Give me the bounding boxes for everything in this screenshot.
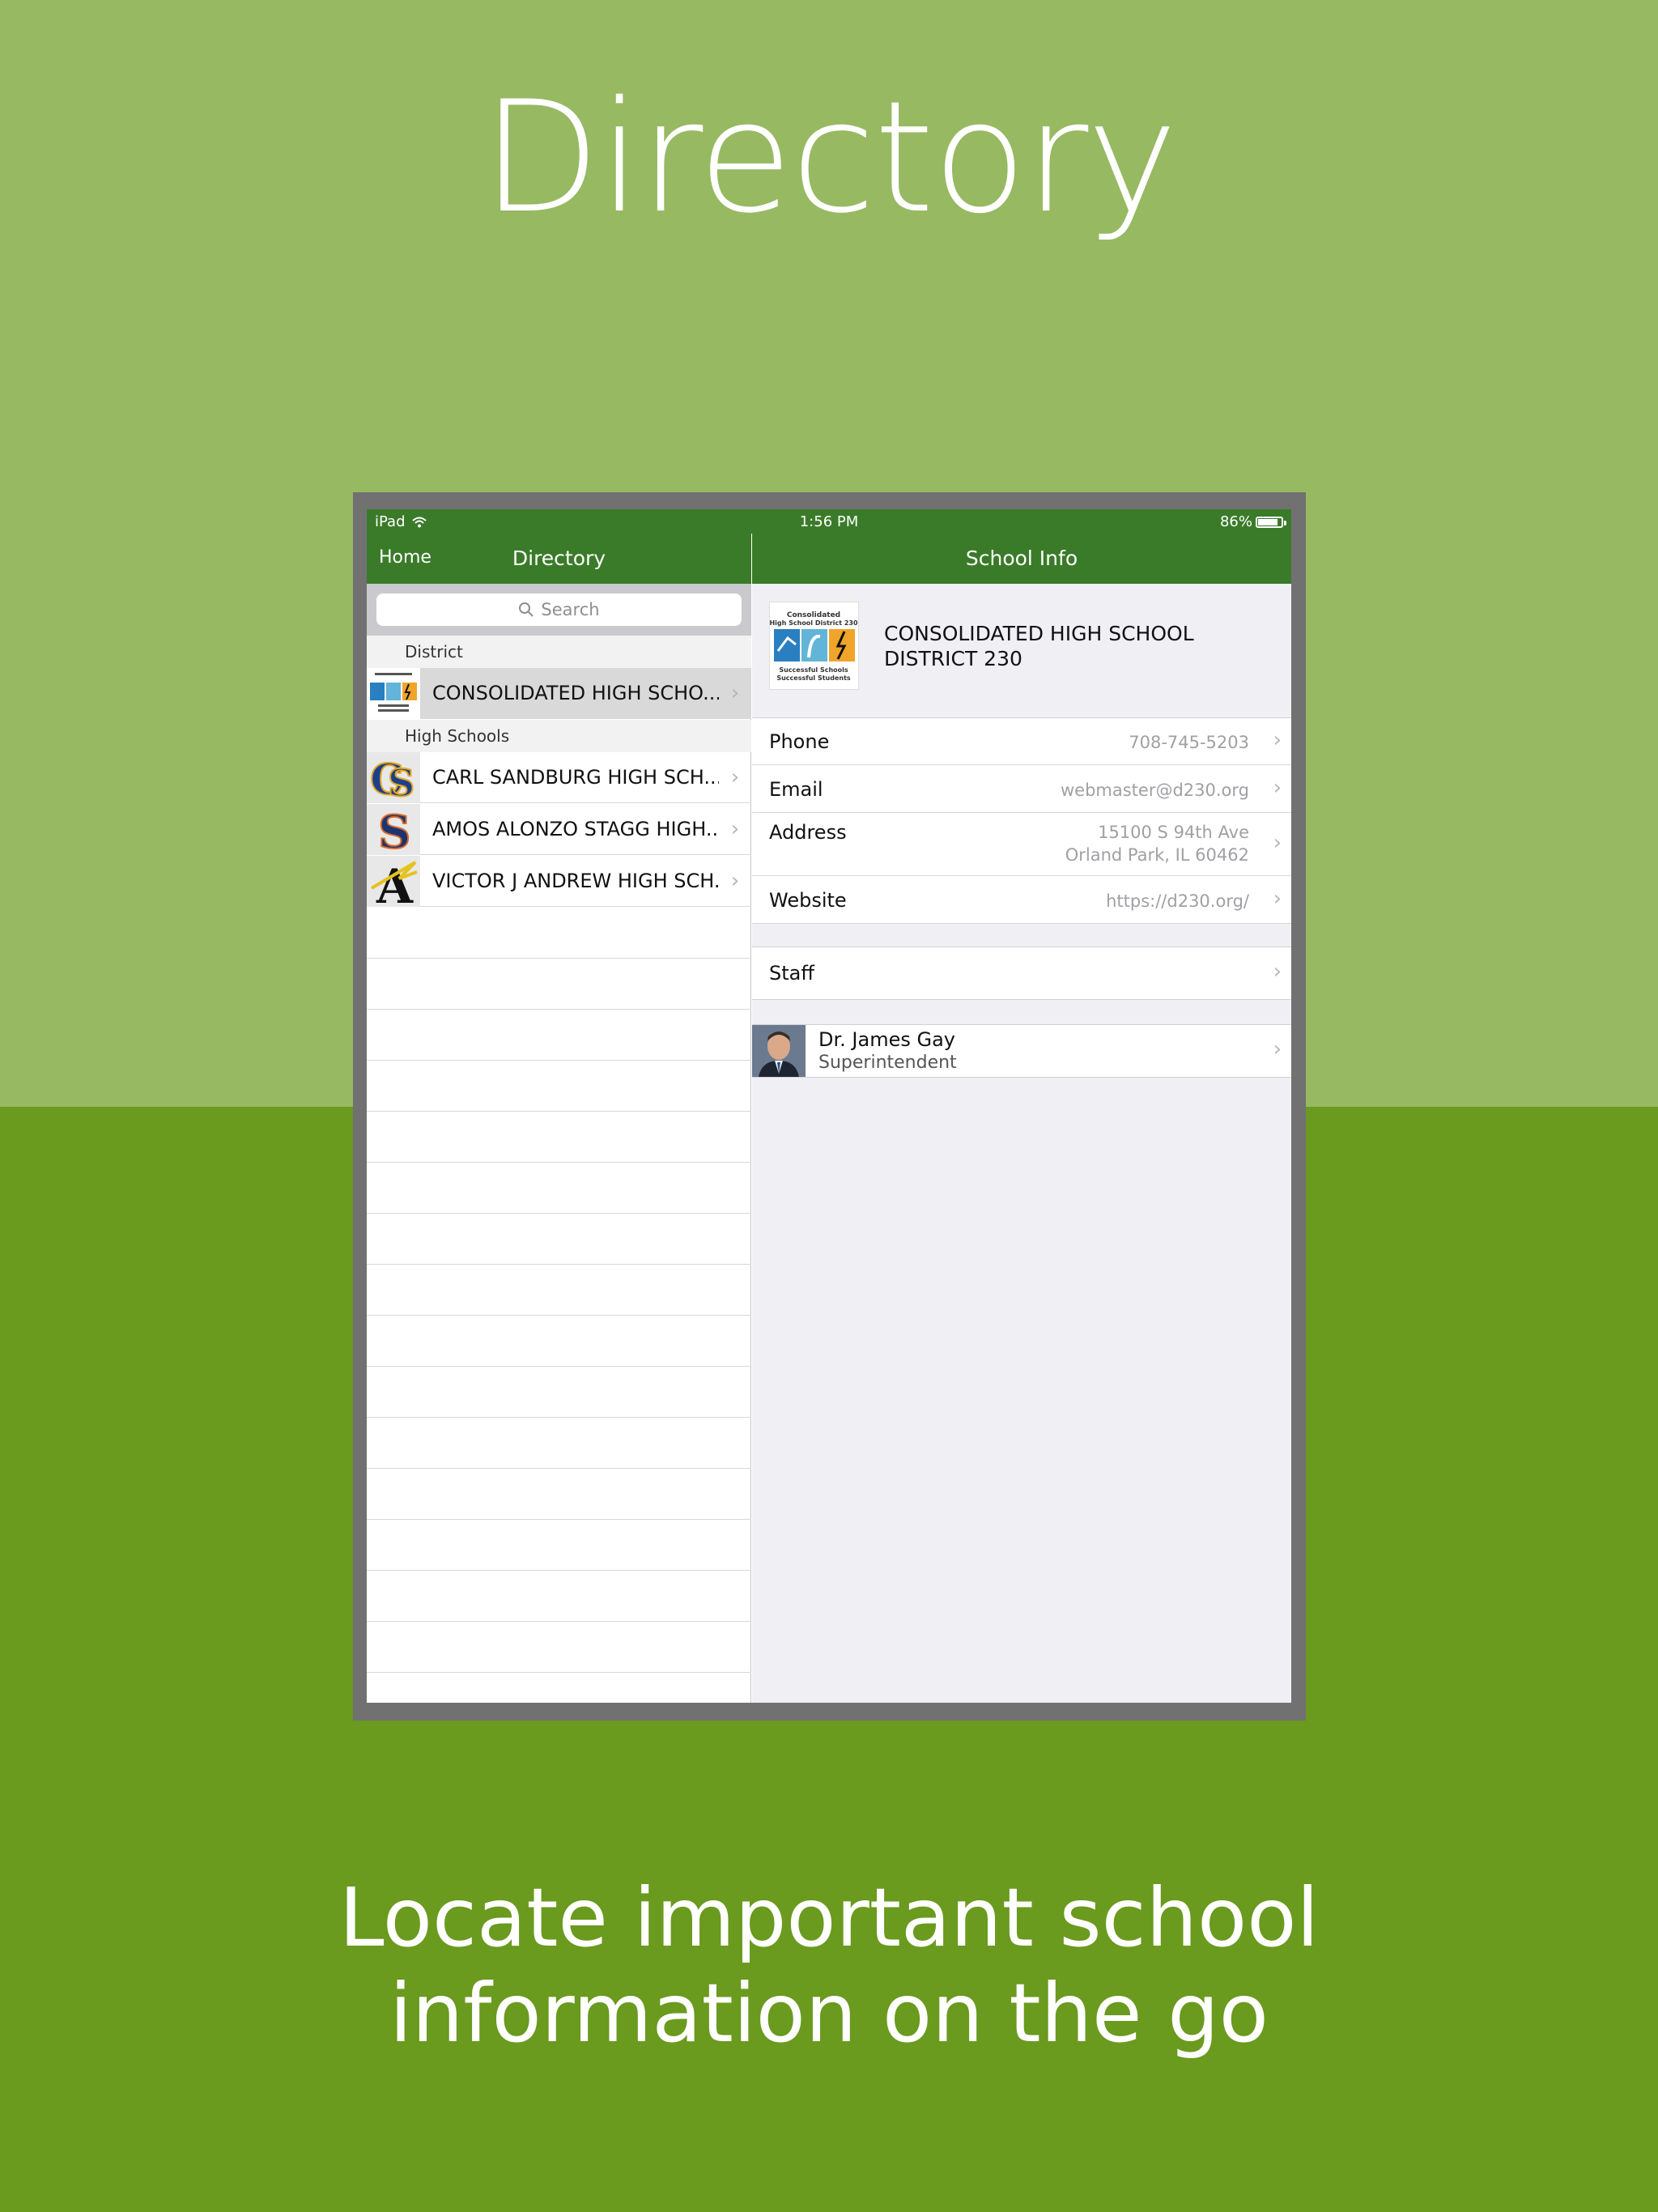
list-item-label: CARL SANDBURG HIGH SCH... — [432, 766, 719, 789]
list-item-victor-j-andrew[interactable]: A VICTOR J ANDREW HIGH SCH... › — [367, 855, 751, 907]
address-value: 15100 S 94th Ave Orland Park, IL 60462 — [1065, 821, 1249, 866]
phone-value: 708-745-5203 — [1129, 733, 1249, 752]
school-header: Consolidated High School District 230 Su… — [752, 584, 1291, 720]
chevron-right-icon: › — [730, 817, 740, 841]
empty-list-row — [367, 1316, 751, 1367]
list-item-district[interactable]: CONSOLIDATED HIGH SCHO... › — [367, 667, 751, 719]
chevron-right-icon: › — [1273, 887, 1282, 911]
section-header-district: District — [367, 636, 751, 668]
s-logo-icon: S — [367, 803, 420, 855]
logo-text-bottom: Successful Schools — [779, 666, 848, 674]
website-row[interactable]: Website https://d230.org/ › — [752, 876, 1291, 924]
detail-pane: School Info Consolidated High School Dis… — [752, 509, 1291, 1703]
promo-title: Directory — [482, 68, 1178, 247]
address-line2: Orland Park, IL 60462 — [1065, 845, 1249, 865]
empty-list-row — [367, 1571, 751, 1622]
email-value: webmaster@d230.org — [1060, 781, 1249, 800]
staff-row[interactable]: Staff › — [752, 946, 1291, 1000]
chevron-right-icon: › — [730, 681, 740, 705]
logo-text-top2: High School District 230 — [770, 619, 858, 627]
address-row[interactable]: Address 15100 S 94th Ave Orland Park, IL… — [752, 813, 1291, 876]
empty-list-row — [367, 1673, 751, 1703]
list-item-carl-sandburg[interactable]: C S CARL SANDBURG HIGH SCH... › — [367, 751, 751, 803]
status-bar: iPad 1:56 PM 86% — [367, 509, 1291, 534]
avatar — [752, 1025, 806, 1077]
promo-tagline-line1: Locate important school — [338, 1870, 1320, 1965]
school-logo: Consolidated High School District 230 Su… — [769, 602, 859, 690]
contact-row[interactable]: Dr. James Gay Superintendent › — [752, 1024, 1291, 1078]
logo-text-top: Consolidated — [787, 611, 840, 619]
empty-list-row — [367, 908, 751, 959]
empty-list-row — [367, 1061, 751, 1112]
battery-fill — [1258, 518, 1278, 525]
detail-nav-title: School Info — [965, 547, 1078, 570]
empty-list-row — [367, 1469, 751, 1520]
search-placeholder: Search — [541, 600, 600, 619]
list-item-label: AMOS ALONZO STAGG HIGH... — [432, 818, 719, 840]
district-logo-icon — [367, 667, 420, 719]
chevron-right-icon: › — [1273, 776, 1282, 800]
contact-role: Superintendent — [818, 1053, 957, 1073]
master-pane: Home Directory Search District CONSOLIDA… — [367, 509, 751, 1703]
empty-list-row — [367, 1367, 751, 1418]
search-icon — [519, 602, 534, 617]
empty-list-row — [367, 1418, 751, 1469]
promo-tagline: Locate important school information on t… — [0, 1870, 1658, 2061]
empty-list-row — [367, 1112, 751, 1163]
list-item-amos-alonzo-stagg[interactable]: S AMOS ALONZO STAGG HIGH... › — [367, 803, 751, 855]
list-item-label: CONSOLIDATED HIGH SCHO... — [432, 682, 719, 704]
empty-list-row — [367, 1622, 751, 1673]
list-item-label: VICTOR J ANDREW HIGH SCH... — [432, 870, 719, 892]
search-input[interactable]: Search — [376, 593, 742, 626]
empty-list-row — [367, 1163, 751, 1214]
phone-label: Phone — [769, 730, 830, 753]
info-list: Phone 708-745-5203 › Email webmaster@d23… — [752, 717, 1291, 924]
logo-text-bottom2: Successful Students — [776, 674, 851, 682]
battery-icon — [1256, 516, 1286, 528]
ipad-screen: Home Directory Search District CONSOLIDA… — [367, 509, 1291, 1703]
phone-row[interactable]: Phone 708-745-5203 › — [752, 718, 1291, 765]
master-nav-title: Directory — [512, 547, 606, 570]
promo-tagline-line2: information on the go — [389, 1966, 1269, 2061]
empty-list-row — [367, 959, 751, 1010]
ipad-frame: Home Directory Search District CONSOLIDA… — [353, 492, 1306, 1721]
chevron-right-icon: › — [1273, 1037, 1282, 1061]
svg-text:S: S — [378, 806, 410, 855]
empty-list-row — [367, 1520, 751, 1571]
empty-list-row — [367, 1010, 751, 1061]
status-time: 1:56 PM — [799, 513, 859, 530]
website-value: https://d230.org/ — [1106, 891, 1249, 911]
address-label: Address — [769, 821, 847, 844]
chevron-right-icon: › — [1273, 831, 1282, 855]
email-row[interactable]: Email webmaster@d230.org › — [752, 765, 1291, 813]
contact-name: Dr. James Gay — [818, 1028, 955, 1051]
address-line1: 15100 S 94th Ave — [1098, 823, 1249, 842]
chevron-right-icon: › — [1273, 728, 1282, 752]
detail-nav-bar: School Info — [752, 534, 1291, 584]
empty-list-row — [367, 1214, 751, 1265]
status-right: 86% — [1219, 513, 1286, 530]
chevron-right-icon: › — [1273, 959, 1282, 984]
school-name-line2: DISTRICT 230 — [884, 647, 1022, 670]
school-name: CONSOLIDATED HIGH SCHOOL DISTRICT 230 — [884, 621, 1224, 671]
staff-label: Staff — [769, 962, 814, 985]
a-logo-icon: A — [367, 855, 420, 907]
website-label: Website — [769, 889, 847, 912]
chevron-right-icon: › — [730, 869, 740, 893]
cs-logo-icon: C S — [367, 751, 420, 803]
chevron-right-icon: › — [730, 765, 740, 789]
section-header-high-schools: High Schools — [367, 720, 751, 752]
battery-percent: 86% — [1219, 513, 1252, 530]
master-nav-bar: Home Directory — [367, 534, 751, 584]
search-bar: Search — [367, 584, 751, 636]
empty-list-row — [367, 1265, 751, 1316]
school-name-line1: CONSOLIDATED HIGH SCHOOL — [884, 622, 1194, 645]
email-label: Email — [769, 778, 823, 801]
svg-text:S: S — [388, 761, 414, 803]
